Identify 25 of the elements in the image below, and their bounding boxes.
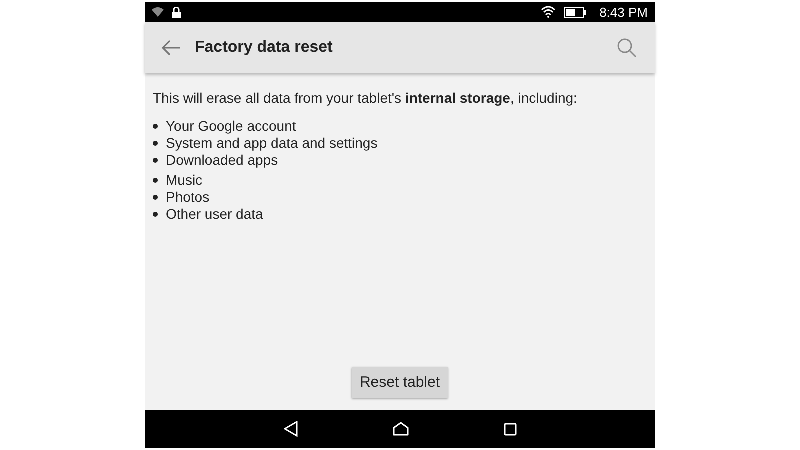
bullet-icon [153, 141, 158, 146]
wifi-icon [540, 6, 556, 18]
wifi-icon [152, 7, 164, 17]
list-item: System and app data and settings [166, 135, 378, 152]
battery-icon [564, 6, 586, 18]
bullet-icon [153, 178, 158, 183]
bullet-icon [153, 158, 158, 163]
lock-icon [172, 6, 181, 18]
bullet-icon [153, 212, 158, 217]
list-item: Downloaded apps [166, 152, 278, 169]
list-item: Your Google account [166, 118, 296, 135]
search-icon[interactable] [617, 38, 637, 58]
back-icon[interactable] [284, 421, 298, 437]
list-item: Music [166, 172, 203, 189]
back-arrow-icon[interactable] [161, 40, 181, 56]
screen-title: Factory data reset [195, 38, 333, 56]
clock: 8:43 PM [600, 4, 648, 20]
recents-icon[interactable] [504, 422, 516, 436]
description-text: This will erase all data from your tablet's internal storage, including: [153, 90, 578, 106]
home-icon[interactable] [392, 422, 408, 436]
bullet-icon [153, 124, 158, 129]
list-item: Photos [166, 189, 210, 206]
bullet-icon [153, 195, 158, 200]
list-item: Other user data [166, 206, 264, 223]
reset-tablet-button[interactable]: Reset tablet [352, 367, 448, 398]
